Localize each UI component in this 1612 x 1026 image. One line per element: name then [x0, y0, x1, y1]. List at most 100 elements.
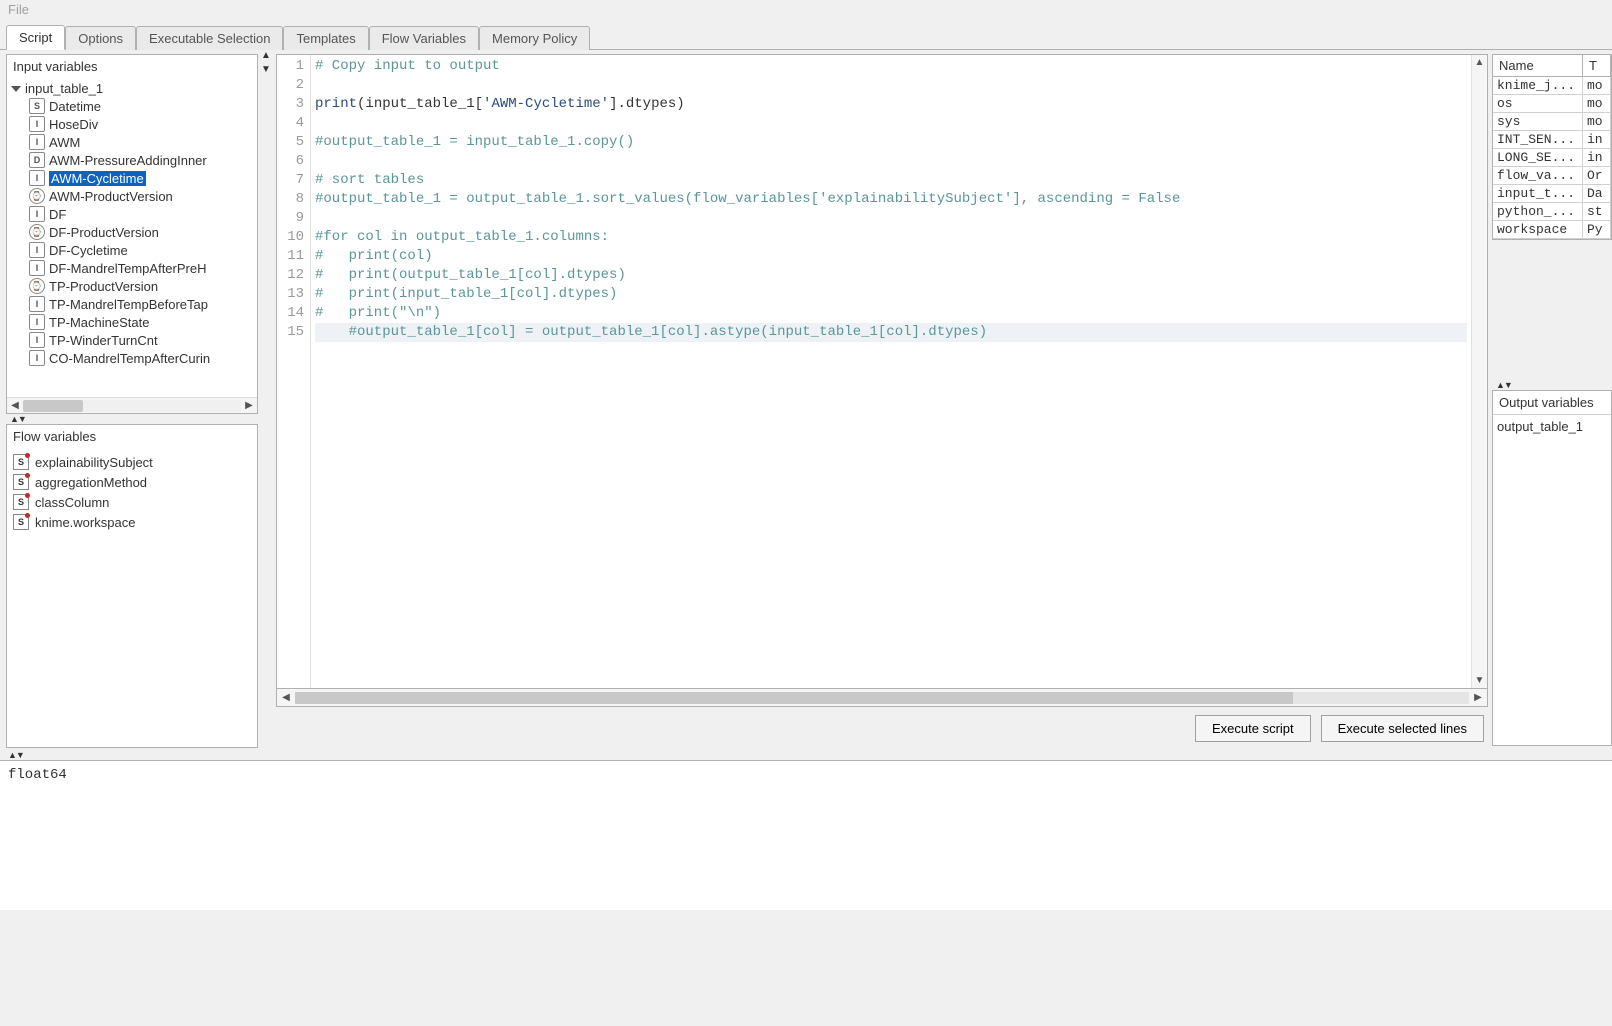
flow-variables-list[interactable]: SexplainabilitySubjectSaggregationMethod… — [7, 448, 257, 536]
tree-item-label: TP-ProductVersion — [49, 279, 158, 294]
code-line[interactable]: #output_table_1 = output_table_1.sort_va… — [315, 190, 1467, 209]
left-column: Input variables input_table_1 SDatetimeI… — [0, 50, 260, 750]
string-var-icon: S — [13, 514, 29, 530]
mid-expander[interactable]: ▲ ▼ — [260, 50, 274, 750]
code-editor[interactable]: 123456789101112131415 # Copy input to ou… — [276, 54, 1488, 689]
workspace-row[interactable]: input_t...Da — [1493, 185, 1611, 203]
tab-templates[interactable]: Templates — [283, 26, 368, 50]
flow-variable-item[interactable]: SaggregationMethod — [9, 472, 255, 492]
scroll-down-icon[interactable]: ▼ — [1475, 673, 1485, 688]
code-line[interactable]: # print(input_table_1[col].dtypes) — [315, 285, 1467, 304]
scroll-up-icon[interactable]: ▲ — [1475, 55, 1485, 70]
col-name-header[interactable]: Name — [1493, 55, 1583, 76]
code-line[interactable]: # print(col) — [315, 247, 1467, 266]
expand-up-icon[interactable]: ▲ — [261, 50, 271, 61]
tree-item[interactable]: IDF — [7, 205, 257, 223]
tab-executable-selection[interactable]: Executable Selection — [136, 26, 283, 50]
expand-down-icon[interactable]: ▼ — [261, 64, 271, 75]
col-type-header[interactable]: T — [1583, 55, 1611, 76]
code-line[interactable] — [315, 209, 1467, 228]
type-icon: I — [29, 206, 45, 222]
hscroll-track[interactable] — [23, 400, 241, 412]
tab-memory-policy[interactable]: Memory Policy — [479, 26, 590, 50]
hscroll-thumb[interactable] — [23, 400, 83, 412]
tree-item[interactable]: ITP-WinderTurnCnt — [7, 331, 257, 349]
tab-bar: ScriptOptionsExecutable SelectionTemplat… — [0, 22, 1612, 50]
output-variables-list[interactable]: output_table_1 — [1493, 415, 1611, 438]
tree-item[interactable]: IAWM-Cycletime — [7, 169, 257, 187]
scroll-left-icon[interactable]: ◀ — [277, 692, 295, 703]
tree-item[interactable]: ITP-MandrelTempBeforeTap — [7, 295, 257, 313]
scroll-left-icon[interactable]: ◀ — [7, 400, 23, 411]
flow-variable-item[interactable]: Sknime.workspace — [9, 512, 255, 532]
flow-variable-item[interactable]: SexplainabilitySubject — [9, 452, 255, 472]
tree-item[interactable]: IDF-Cycletime — [7, 241, 257, 259]
tree-item-label: HoseDiv — [49, 117, 98, 132]
vertical-splitter[interactable]: ▲▼ — [6, 414, 258, 424]
output-variable-item[interactable]: output_table_1 — [1497, 419, 1607, 434]
workspace-row[interactable]: osmo — [1493, 95, 1611, 113]
workspace-name-cell: os — [1493, 95, 1583, 112]
tree-item[interactable]: DAWM-PressureAddingInner — [7, 151, 257, 169]
tab-options[interactable]: Options — [65, 26, 136, 50]
type-icon: S — [29, 98, 45, 114]
type-icon: I — [29, 134, 45, 150]
code-line[interactable]: #output_table_1[col] = output_table_1[co… — [315, 323, 1467, 342]
tree-root-input-table[interactable]: input_table_1 — [7, 80, 257, 97]
execute-script-button[interactable]: Execute script — [1195, 715, 1311, 742]
workspace-row[interactable]: workspacePy — [1493, 221, 1611, 239]
console-output[interactable]: float64 — [0, 760, 1612, 910]
code-area[interactable]: # Copy input to output print(input_table… — [311, 55, 1471, 688]
workspace-table[interactable]: Name T knime_j...moosmosysmoINT_SEN...in… — [1492, 54, 1612, 240]
console-splitter[interactable]: ▲▼ — [0, 750, 1612, 760]
workspace-row[interactable]: knime_j...mo — [1493, 77, 1611, 95]
tree-item[interactable]: IDF-MandrelTempAfterPreH — [7, 259, 257, 277]
code-line[interactable]: # print("\n") — [315, 304, 1467, 323]
execute-selected-lines-button[interactable]: Execute selected lines — [1321, 715, 1484, 742]
type-icon: I — [29, 350, 45, 366]
tab-script[interactable]: Script — [6, 25, 65, 50]
workspace-type-cell: mo — [1583, 77, 1611, 94]
scroll-right-icon[interactable]: ▶ — [241, 400, 257, 411]
tree-item[interactable]: ⌚TP-ProductVersion — [7, 277, 257, 295]
tree-item[interactable]: ⌚AWM-ProductVersion — [7, 187, 257, 205]
code-line[interactable] — [315, 114, 1467, 133]
code-line[interactable]: # sort tables — [315, 171, 1467, 190]
flow-variable-item[interactable]: SclassColumn — [9, 492, 255, 512]
workspace-row[interactable]: python_...st — [1493, 203, 1611, 221]
input-variables-tree[interactable]: input_table_1 SDatetimeIHoseDivIAWMDAWM-… — [7, 78, 257, 397]
workspace-name-cell: flow_va... — [1493, 167, 1583, 184]
tree-item[interactable]: SDatetime — [7, 97, 257, 115]
code-line[interactable] — [315, 76, 1467, 95]
code-line[interactable]: #for col in output_table_1.columns: — [315, 228, 1467, 247]
workspace-row[interactable]: LONG_SE...in — [1493, 149, 1611, 167]
editor-hscroll[interactable]: ◀ ▶ — [276, 689, 1488, 707]
workspace-type-cell: Or — [1583, 167, 1611, 184]
workspace-name-cell: python_... — [1493, 203, 1583, 220]
workspace-row[interactable]: flow_va...Or — [1493, 167, 1611, 185]
tree-item[interactable]: IAWM — [7, 133, 257, 151]
splitter-handle-icon: ▲▼ — [1496, 380, 1512, 390]
code-line[interactable]: #output_table_1 = input_table_1.copy() — [315, 133, 1467, 152]
tree-item[interactable]: ⌚DF-ProductVersion — [7, 223, 257, 241]
input-vars-hscroll[interactable]: ◀ ▶ — [7, 397, 257, 413]
code-line[interactable]: print(input_table_1['AWM-Cycletime'].dty… — [315, 95, 1467, 114]
console-text: float64 — [8, 767, 67, 783]
editor-hscroll-track[interactable] — [295, 692, 1469, 704]
editor-hscroll-thumb[interactable] — [295, 692, 1293, 704]
scroll-right-icon[interactable]: ▶ — [1469, 692, 1487, 703]
tree-item[interactable]: ICO-MandrelTempAfterCurin — [7, 349, 257, 367]
tree-item[interactable]: I HoseDiv — [7, 115, 257, 133]
editor-vscroll[interactable]: ▲ ▼ — [1471, 55, 1487, 688]
tab-flow-variables[interactable]: Flow Variables — [369, 26, 479, 50]
right-splitter[interactable]: ▲▼ — [1492, 380, 1612, 390]
menu-file[interactable]: File — [8, 2, 29, 17]
code-line[interactable] — [315, 152, 1467, 171]
tree-item[interactable]: ITP-MachineState — [7, 313, 257, 331]
code-line[interactable]: # print(output_table_1[col].dtypes) — [315, 266, 1467, 285]
string-var-icon: S — [13, 474, 29, 490]
workspace-row[interactable]: sysmo — [1493, 113, 1611, 131]
type-icon: I — [29, 116, 45, 132]
code-line[interactable]: # Copy input to output — [315, 57, 1467, 76]
workspace-row[interactable]: INT_SEN...in — [1493, 131, 1611, 149]
